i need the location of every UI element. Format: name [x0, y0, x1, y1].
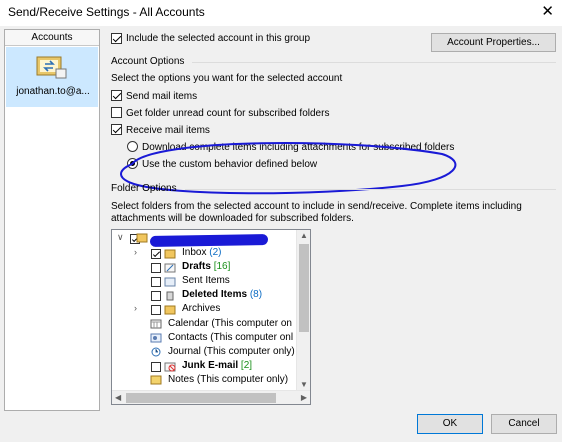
folder-icon	[164, 305, 176, 315]
tree-label: Contacts (This computer onl	[168, 332, 294, 343]
account-label: jonathan.to@a...	[16, 86, 90, 97]
folder-tree[interactable]: ∨ › Inbox (2) Drafts [16] Sent Items Del…	[111, 229, 311, 405]
tree-checkbox[interactable]	[151, 277, 161, 287]
ok-button[interactable]: OK	[417, 414, 483, 434]
tree-row-journal[interactable]: Journal (This computer only)	[112, 346, 298, 360]
include-group-label: Include the selected account in this gro…	[126, 33, 311, 44]
account-options-heading: Account Options	[111, 56, 185, 67]
cancel-button[interactable]: Cancel	[491, 414, 557, 434]
title-bar: Send/Receive Settings - All Accounts ✕	[0, 0, 562, 26]
folder-options-divider	[185, 189, 556, 190]
account-item[interactable]: jonathan.to@a...	[6, 47, 98, 107]
collapse-icon[interactable]: ∨	[117, 232, 124, 243]
calendar-icon	[150, 319, 162, 329]
notes-icon	[150, 375, 162, 385]
tree-label: Deleted Items	[182, 289, 248, 300]
horizontal-scrollbar[interactable]: ◀ ▶	[112, 390, 310, 404]
tree-row-inbox[interactable]: › Inbox (2)	[112, 247, 298, 261]
accounts-panel: Accounts jonathan.to@a...	[4, 29, 100, 411]
expand-icon[interactable]: ›	[134, 247, 137, 257]
journal-icon	[151, 347, 161, 357]
tree-label: Junk E-mail	[182, 360, 239, 371]
account-properties-button[interactable]: Account Properties...	[431, 33, 556, 52]
contacts-icon	[150, 333, 162, 343]
unread-count-checkbox[interactable]	[111, 107, 122, 118]
vertical-scroll-thumb[interactable]	[299, 244, 309, 332]
tree-count: (8)	[249, 289, 263, 300]
tree-checkbox[interactable]	[151, 305, 161, 315]
send-mail-checkbox[interactable]	[111, 90, 122, 101]
account-options-divider	[192, 62, 556, 63]
tree-checkbox[interactable]	[151, 291, 161, 301]
tree-checkbox[interactable]	[151, 263, 161, 273]
tree-label: Drafts	[182, 261, 211, 272]
expand-icon[interactable]: ›	[134, 303, 137, 313]
tree-count: (2)	[209, 247, 222, 258]
tree-row-root[interactable]: ∨	[112, 232, 298, 248]
account-options-prompt: Select the options you want for the sele…	[111, 73, 343, 84]
folder-options-description: Select folders from the selected account…	[111, 201, 522, 224]
tree-label: Inbox	[182, 247, 207, 258]
junk-email-icon	[164, 362, 176, 372]
scroll-left-icon[interactable]: ◀	[115, 393, 121, 402]
tree-label: Calendar (This computer on	[168, 318, 292, 329]
tree-count: [2]	[240, 360, 253, 371]
scroll-up-icon[interactable]: ▲	[300, 231, 308, 240]
drafts-icon	[164, 263, 176, 273]
vertical-scrollbar[interactable]: ▲ ▼	[296, 230, 310, 390]
horizontal-scroll-thumb[interactable]	[126, 393, 276, 403]
folder-options-heading: Folder Options	[111, 183, 177, 194]
tree-label: Journal (This computer only)	[168, 346, 295, 357]
tree-row-drafts[interactable]: Drafts [16]	[112, 261, 298, 275]
tree-row-calendar[interactable]: Calendar (This computer on	[112, 318, 298, 332]
scroll-down-icon[interactable]: ▼	[300, 380, 308, 389]
tree-row-junk-email[interactable]: Junk E-mail [2]	[112, 360, 298, 374]
tree-row-archives[interactable]: › Archives	[112, 303, 298, 317]
scroll-right-icon[interactable]: ▶	[301, 393, 307, 402]
close-icon[interactable]: ✕	[541, 2, 554, 20]
redaction-scribble	[149, 233, 269, 248]
tree-label: Archives	[182, 303, 221, 314]
inbox-icon	[164, 249, 176, 259]
tree-count: [16]	[213, 261, 231, 272]
deleted-items-icon	[166, 291, 174, 301]
window-title: Send/Receive Settings - All Accounts	[8, 5, 205, 19]
send-mail-label: Send mail items	[126, 91, 198, 102]
account-sync-icon	[36, 56, 67, 79]
tree-checkbox[interactable]	[151, 362, 161, 372]
tree-row-sent-items[interactable]: Sent Items	[112, 275, 298, 289]
mailbox-icon	[136, 233, 148, 243]
tree-row-deleted-items[interactable]: Deleted Items (8)	[112, 289, 298, 303]
accounts-header: Accounts	[5, 30, 99, 46]
tree-row-notes[interactable]: Notes (This computer only)	[112, 374, 298, 388]
tree-label: Sent Items	[182, 275, 230, 286]
tree-label: Notes (This computer only)	[168, 374, 289, 385]
include-group-checkbox[interactable]	[111, 33, 122, 44]
sent-items-icon	[164, 277, 176, 287]
tree-row-contacts[interactable]: Contacts (This computer onl	[112, 332, 298, 346]
tree-checkbox[interactable]	[151, 249, 161, 259]
unread-count-label: Get folder unread count for subscribed f…	[126, 108, 330, 119]
